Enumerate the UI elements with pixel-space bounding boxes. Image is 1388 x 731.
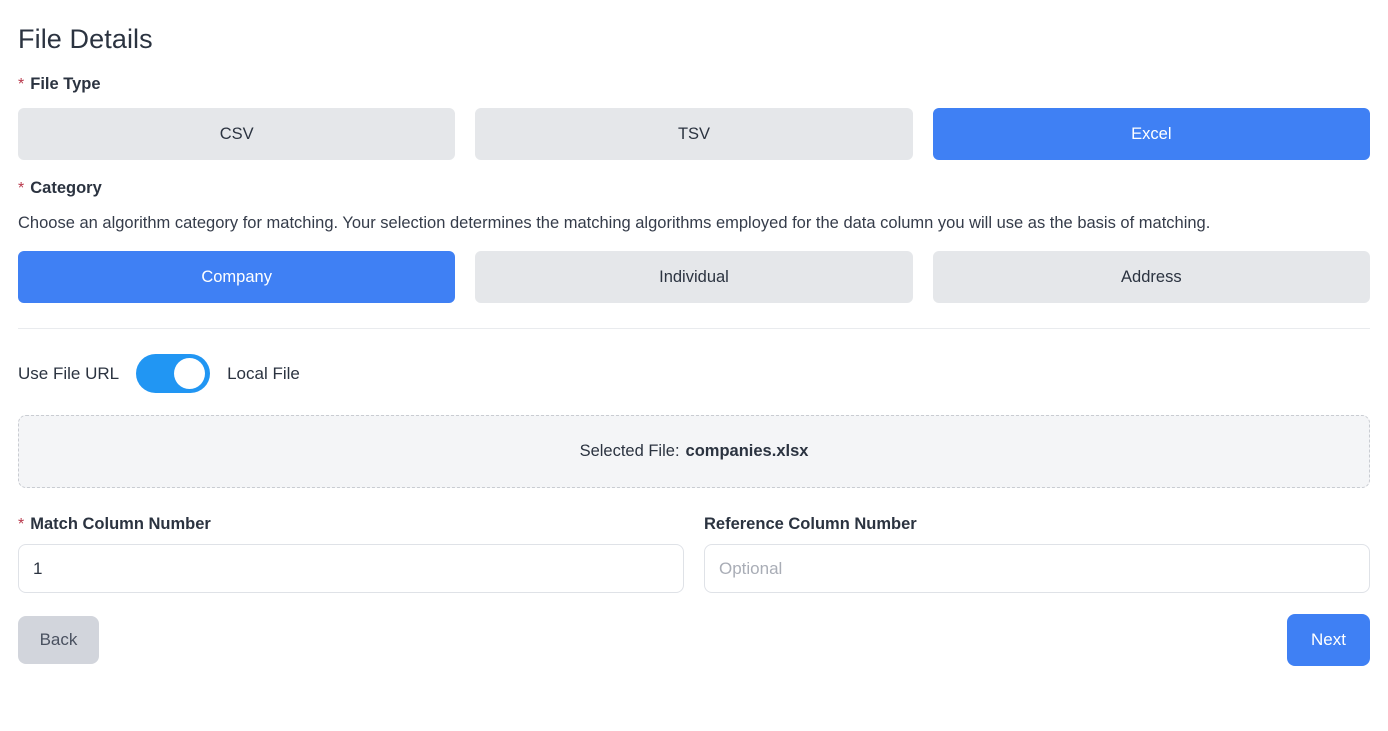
required-asterisk-icon: * [18,76,25,93]
file-source-toggle-row: Use File URL Local File [18,354,1370,393]
file-dropzone[interactable]: Selected File: companies.xlsx [18,415,1370,488]
selected-file-name: companies.xlsx [685,442,809,460]
reference-column-label-text: Reference Column Number [704,515,917,533]
reference-column-field-group: Reference Column Number [704,513,1370,593]
category-button-group: Company Individual Address [18,251,1370,303]
column-inputs-row: * Match Column Number Reference Column N… [18,513,1370,593]
reference-column-input[interactable] [704,544,1370,593]
file-type-option-excel[interactable]: Excel [932,108,1370,160]
page-title: File Details [18,24,153,54]
file-type-label: * File Type [18,73,1370,95]
category-option-address[interactable]: Address [932,251,1370,303]
match-column-label-text: Match Column Number [30,515,211,533]
required-asterisk-icon: * [18,180,25,197]
match-column-field-group: * Match Column Number [18,513,684,593]
category-option-company[interactable]: Company [18,251,456,303]
toggle-knob [174,358,206,389]
category-option-individual[interactable]: Individual [475,251,913,303]
file-type-option-tsv[interactable]: TSV [475,108,913,160]
selected-file-prefix: Selected File: [579,442,680,460]
next-button[interactable]: Next [1287,614,1370,666]
file-details-page: File Details * File Type CSV TSV Excel *… [0,0,1388,731]
local-file-label: Local File [227,363,300,383]
file-type-button-group: CSV TSV Excel [18,108,1370,160]
section-divider [18,328,1370,329]
category-label-text: Category [30,179,102,197]
category-label: * Category [18,177,1370,199]
wizard-footer: Back Next [18,614,1370,666]
back-button[interactable]: Back [18,616,99,664]
match-column-label: * Match Column Number [18,513,684,535]
file-source-toggle-switch[interactable] [136,354,211,393]
required-asterisk-icon: * [18,516,25,533]
file-type-label-text: File Type [30,75,101,93]
reference-column-label: Reference Column Number [704,513,1370,535]
category-description: Choose an algorithm category for matchin… [18,214,1211,232]
match-column-input[interactable] [18,544,684,593]
use-file-url-label: Use File URL [18,363,120,383]
file-type-option-csv[interactable]: CSV [18,108,456,160]
